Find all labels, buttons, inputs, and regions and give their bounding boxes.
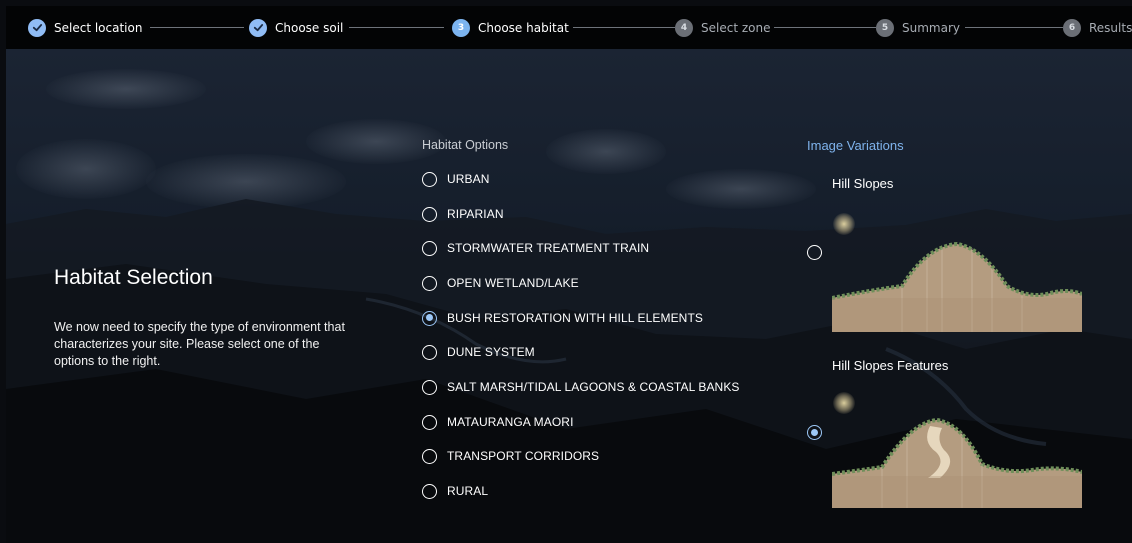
habitat-option-label: URBAN bbox=[447, 172, 490, 186]
step-select-location[interactable]: Select location bbox=[28, 6, 142, 49]
habitat-option[interactable]: TRANSPORT CORRIDORS bbox=[422, 447, 599, 465]
step-number: 5 bbox=[876, 18, 894, 37]
step-connector bbox=[965, 27, 1063, 28]
habitat-option[interactable]: MATAURANGA MAORI bbox=[422, 413, 574, 431]
step-label: Summary bbox=[902, 20, 960, 35]
variation-title: Hill Slopes bbox=[832, 176, 894, 191]
habitat-option-label: DUNE SYSTEM bbox=[447, 345, 535, 359]
step-connector bbox=[349, 27, 444, 28]
step-label: Choose habitat bbox=[478, 20, 569, 35]
habitat-option-label: RIPARIAN bbox=[447, 207, 504, 221]
step-select-zone[interactable]: 4 Select zone bbox=[675, 6, 770, 49]
habitat-option-label: SALT MARSH/TIDAL LAGOONS & COASTAL BANKS bbox=[447, 380, 740, 394]
progress-stepper: Select location Choose soil 3 Choose hab… bbox=[6, 6, 1132, 49]
check-icon bbox=[249, 18, 267, 37]
radio-button[interactable] bbox=[422, 414, 437, 430]
step-label: Results bbox=[1089, 20, 1132, 35]
step-results[interactable]: 6 Results bbox=[1063, 6, 1132, 49]
habitat-option-label: TRANSPORT CORRIDORS bbox=[447, 449, 600, 463]
radio-button[interactable] bbox=[422, 275, 437, 291]
variation-radio-checked[interactable] bbox=[807, 425, 822, 440]
radio-button[interactable] bbox=[422, 171, 437, 187]
step-connector bbox=[774, 27, 876, 28]
step-label: Choose soil bbox=[275, 20, 344, 35]
step-choose-habitat[interactable]: 3 Choose habitat bbox=[452, 6, 569, 49]
variation-radio[interactable] bbox=[807, 245, 822, 260]
step-number: 4 bbox=[675, 18, 693, 37]
hill-slopes-features-diagram[interactable] bbox=[832, 412, 1082, 510]
step-summary[interactable]: 5 Summary bbox=[876, 6, 960, 49]
habitat-option-label: MATAURANGA MAORI bbox=[447, 415, 574, 429]
check-icon bbox=[28, 18, 46, 37]
habitat-option[interactable]: URBAN bbox=[422, 170, 490, 188]
radio-button[interactable] bbox=[422, 379, 437, 395]
habitat-options-heading: Habitat Options bbox=[422, 138, 509, 152]
step-number: 3 bbox=[452, 18, 470, 37]
radio-button-checked[interactable] bbox=[422, 310, 437, 326]
radio-button[interactable] bbox=[422, 206, 437, 222]
hill-slopes-diagram[interactable] bbox=[832, 238, 1082, 334]
glow-marker bbox=[833, 392, 855, 414]
step-connector bbox=[573, 27, 675, 28]
radio-button[interactable] bbox=[422, 240, 437, 256]
step-choose-soil[interactable]: Choose soil bbox=[249, 6, 343, 49]
habitat-option-selected[interactable]: BUSH RESTORATION WITH HILL ELEMENTS bbox=[422, 309, 703, 327]
habitat-option[interactable]: STORMWATER TREATMENT TRAIN bbox=[422, 239, 649, 257]
variation-title: Hill Slopes Features bbox=[832, 358, 949, 373]
page-description: We now need to specify the type of envir… bbox=[54, 320, 345, 368]
habitat-option-label: STORMWATER TREATMENT TRAIN bbox=[447, 241, 650, 255]
step-connector bbox=[150, 27, 244, 28]
radio-button[interactable] bbox=[422, 344, 437, 360]
step-label: Select zone bbox=[701, 20, 771, 35]
habitat-option-label: BUSH RESTORATION WITH HILL ELEMENTS bbox=[447, 311, 703, 325]
image-variations-heading: Image Variations bbox=[807, 138, 904, 153]
habitat-option[interactable]: DUNE SYSTEM bbox=[422, 343, 535, 361]
radio-button[interactable] bbox=[422, 448, 437, 464]
page-title: Habitat Selection bbox=[54, 266, 213, 289]
step-number: 6 bbox=[1063, 18, 1081, 37]
step-label: Select location bbox=[54, 20, 143, 35]
radio-button[interactable] bbox=[422, 483, 437, 499]
glow-marker bbox=[833, 213, 855, 235]
habitat-option[interactable]: OPEN WETLAND/LAKE bbox=[422, 274, 579, 292]
habitat-option-label: OPEN WETLAND/LAKE bbox=[447, 276, 579, 290]
habitat-option-label: RURAL bbox=[447, 484, 489, 498]
habitat-option[interactable]: SALT MARSH/TIDAL LAGOONS & COASTAL BANKS bbox=[422, 378, 740, 396]
habitat-option[interactable]: RIPARIAN bbox=[422, 205, 504, 223]
habitat-option[interactable]: RURAL bbox=[422, 482, 488, 500]
